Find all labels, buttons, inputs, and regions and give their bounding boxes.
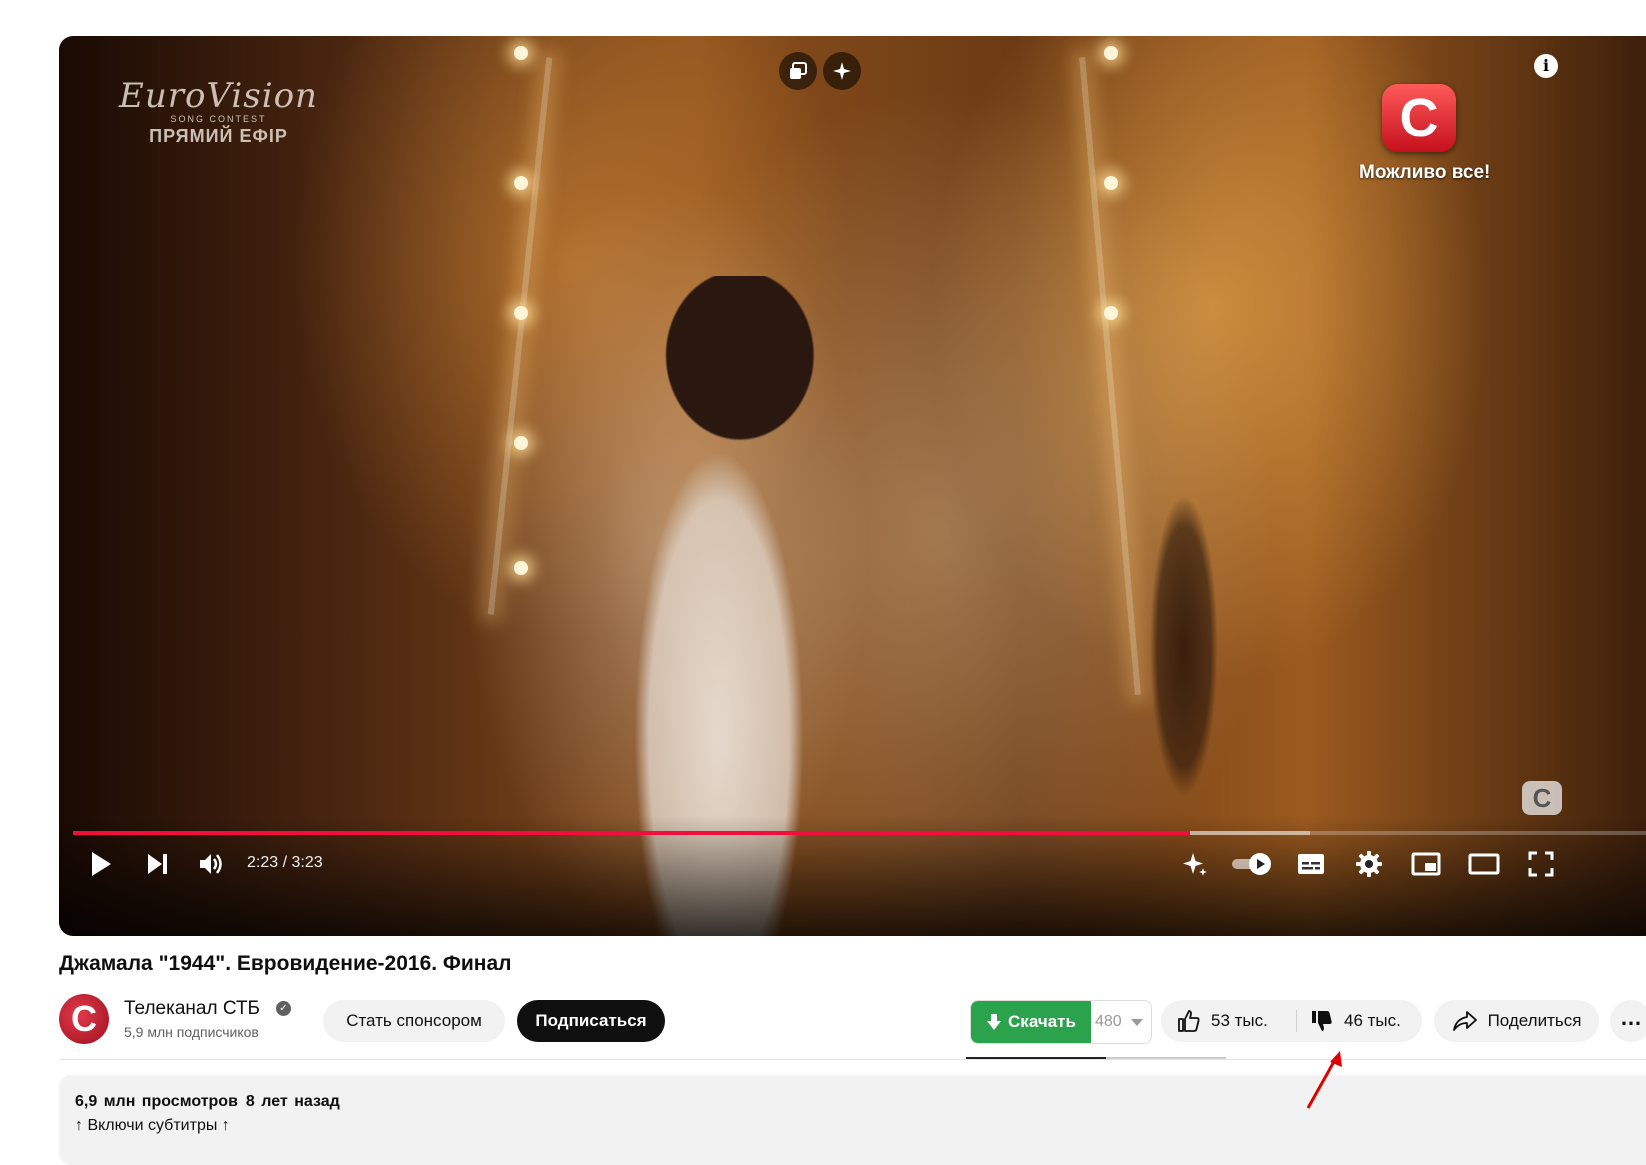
sponsor-button[interactable]: Стать спонсором <box>323 1000 505 1042</box>
volume-icon <box>200 854 222 874</box>
upload-date: 8 лет назад <box>245 1093 340 1110</box>
stage-beam <box>487 57 553 615</box>
download-arrow-icon <box>987 1014 1002 1030</box>
live-label: ПРЯМИЙ ЕФІР <box>149 126 288 146</box>
channel-name[interactable]: Телеканал СТБ <box>124 998 260 1020</box>
open-in-window-icon <box>790 62 807 79</box>
download-label: Скачать <box>1008 1012 1076 1031</box>
stage-light <box>1104 46 1118 60</box>
description-box[interactable]: 6,9 млн просмотров 8 лет назад ↑ Включи с… <box>59 1075 1646 1165</box>
subscriber-count: 5,9 млн подписчиков <box>124 1024 259 1040</box>
volume-button[interactable] <box>191 844 231 884</box>
description-meta: 6,9 млн просмотров 8 лет назад <box>75 1093 340 1111</box>
autoplay-toggle-icon <box>1232 853 1271 875</box>
stb-logo: С Можливо все! <box>1359 84 1491 184</box>
share-button[interactable]: Поделиться <box>1434 1000 1599 1042</box>
stb-tagline: Можливо все! <box>1359 162 1491 183</box>
stage-light <box>514 176 528 190</box>
divider <box>59 1059 1646 1060</box>
subtitles-button[interactable] <box>1291 844 1331 884</box>
stb-badge: С <box>1382 84 1456 152</box>
stage-beam <box>1079 56 1141 696</box>
download-quality[interactable]: 480 <box>1095 1001 1122 1043</box>
thumbs-down-icon <box>1312 1011 1332 1031</box>
dislike-count: 46 тыс. <box>1344 1011 1401 1030</box>
sparkle-icon <box>1183 853 1207 876</box>
ai-button[interactable] <box>1175 844 1215 884</box>
channel-watermark[interactable]: С <box>1522 781 1562 815</box>
description-text: ↑ Включи субтитры ↑ <box>75 1117 230 1134</box>
fullscreen-button[interactable] <box>1521 844 1561 884</box>
info-icon[interactable]: i <box>1534 54 1558 78</box>
download-widget: Скачать 480 <box>970 1000 1152 1044</box>
chevron-down-icon[interactable] <box>1131 1019 1143 1026</box>
dislike-button[interactable]: 46 тыс. <box>1310 1000 1401 1042</box>
like-count: 53 тыс. <box>1211 1011 1268 1030</box>
theater-button[interactable] <box>1464 844 1504 884</box>
share-icon <box>1452 1011 1477 1031</box>
download-button[interactable]: Скачать <box>971 1001 1091 1043</box>
play-button[interactable] <box>81 844 121 884</box>
stage-light <box>514 306 528 320</box>
settings-icon <box>1356 851 1382 877</box>
annotation-arrow <box>1306 1051 1342 1109</box>
dancer-silhouette <box>1139 446 1229 846</box>
stage-light <box>514 436 528 450</box>
fullscreen-icon <box>1528 851 1554 877</box>
next-icon <box>148 854 167 874</box>
miniplayer-button[interactable] <box>1406 844 1446 884</box>
channel-avatar[interactable]: С <box>59 994 109 1044</box>
share-label: Поделиться <box>1487 1011 1582 1030</box>
more-actions-button[interactable]: … <box>1610 1000 1646 1042</box>
subscribe-button[interactable]: Подписаться <box>517 1000 665 1042</box>
progress-played <box>73 831 1190 835</box>
ai-summary-button[interactable] <box>823 52 861 90</box>
video-title: Джамала "1944". Евровидение-2016. Финал <box>59 952 512 975</box>
subtitles-icon <box>1298 854 1324 874</box>
stage-light <box>1104 306 1118 320</box>
like-dislike-group: 53 тыс. 46 тыс. <box>1161 1000 1422 1042</box>
view-count: 6,9 млн просмотров <box>75 1093 238 1110</box>
autoplay-toggle[interactable] <box>1227 844 1277 884</box>
settings-button[interactable] <box>1349 844 1389 884</box>
sparkle-icon <box>833 62 851 80</box>
stage-light <box>514 46 528 60</box>
miniplayer-icon <box>1411 852 1441 876</box>
video-player[interactable]: EuroVision SONG CONTEST ПРЯМИЙ ЕФІР С Мо… <box>59 36 1646 936</box>
next-button[interactable] <box>137 844 177 884</box>
eurovision-logo: EuroVision SONG CONTEST ПРЯМИЙ ЕФІР <box>119 76 318 147</box>
play-icon <box>92 852 111 876</box>
cast-button[interactable] <box>779 52 817 90</box>
progress-bar[interactable] <box>73 831 1646 835</box>
theater-icon <box>1468 853 1500 875</box>
time-display: 2:23 / 3:23 <box>247 854 323 871</box>
thumbs-up-icon <box>1178 1010 1200 1032</box>
stage-light <box>514 561 528 575</box>
like-button[interactable]: 53 тыс. <box>1177 1000 1268 1042</box>
eurovision-logo-word: EuroVision <box>119 76 318 116</box>
like-separator <box>1296 1010 1297 1032</box>
verified-icon: ✓ <box>276 1001 291 1016</box>
stage-light <box>1104 176 1118 190</box>
